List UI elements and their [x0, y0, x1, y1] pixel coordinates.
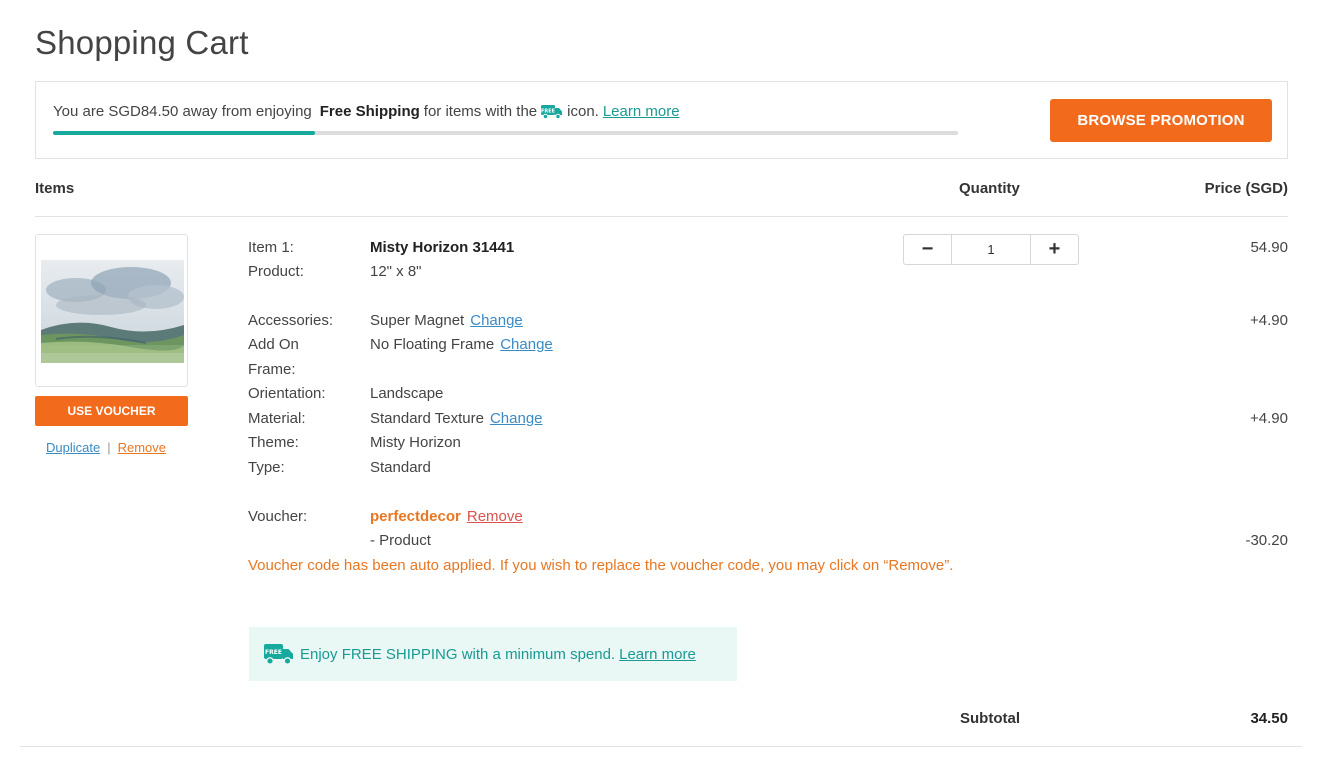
- free-shipping-truck-icon: FREE: [541, 105, 563, 119]
- free-shipping-learn-more-link[interactable]: Learn more: [619, 646, 696, 663]
- bottom-divider: [20, 746, 1302, 747]
- subtotal-value: 34.50: [1250, 710, 1288, 727]
- voucher-row: perfectdecor Remove: [370, 508, 523, 525]
- action-separator: |: [107, 440, 111, 455]
- free-shipping-text: Enjoy FREE SHIPPING with a minimum spend…: [300, 645, 616, 663]
- addon-row: No Floating Frame Change: [370, 336, 553, 353]
- shipping-progress-fill: [53, 131, 316, 135]
- change-material-link[interactable]: Change: [490, 410, 543, 427]
- theme-label: Theme:: [248, 434, 299, 451]
- remove-item-link[interactable]: Remove: [118, 440, 166, 455]
- frame-label: Frame:: [248, 361, 296, 378]
- base-price: 54.90: [1250, 239, 1288, 256]
- browse-promotion-button[interactable]: BROWSE PROMOTION: [1050, 99, 1272, 142]
- page-title: Shopping Cart: [35, 24, 249, 61]
- voucher-discount: -30.20: [1245, 532, 1288, 549]
- shipping-learn-more-link[interactable]: Learn more: [603, 103, 680, 120]
- accessories-row: Super Magnet Change: [370, 312, 523, 329]
- addon-value: No Floating Frame: [370, 336, 495, 353]
- change-accessories-link[interactable]: Change: [470, 312, 523, 329]
- addon-label: Add On: [248, 336, 299, 353]
- duplicate-link[interactable]: Duplicate: [46, 440, 100, 455]
- remove-voucher-link[interactable]: Remove: [467, 508, 523, 525]
- svg-text:FREE: FREE: [265, 649, 282, 656]
- product-thumbnail[interactable]: [35, 234, 188, 387]
- free-shipping-truck-icon: FREE: [264, 644, 293, 665]
- free-shipping-label: Free Shipping: [319, 103, 420, 120]
- type-label: Type:: [248, 459, 285, 476]
- item-name: Misty Horizon 31441: [370, 239, 515, 256]
- material-row: Standard Texture Change: [370, 410, 543, 427]
- free-shipping-notice: FREE Enjoy FREE SHIPPING with a minimum …: [249, 627, 737, 681]
- item-number-label: Item 1:: [248, 239, 294, 256]
- subtotal-label: Subtotal: [960, 710, 1020, 727]
- orientation-label: Orientation:: [248, 385, 326, 402]
- quantity-stepper: − 1 +: [903, 234, 1079, 265]
- type-value: Standard: [370, 459, 431, 476]
- quantity-column-header: Quantity: [959, 180, 1020, 197]
- change-addon-link[interactable]: Change: [500, 336, 553, 353]
- accessories-label: Accessories:: [248, 312, 334, 329]
- shipping-progress-text: You are SGD84.50 away from enjoying Free…: [53, 103, 680, 120]
- voucher-code: perfectdecor: [370, 508, 461, 525]
- voucher-label: Voucher:: [248, 508, 308, 525]
- price-column-header: Price (SGD): [1204, 180, 1288, 197]
- shipping-progress-bar: [53, 131, 958, 135]
- material-label: Material:: [248, 410, 306, 427]
- item-actions: Duplicate | Remove: [46, 440, 166, 455]
- landscape-painting-image: [41, 260, 184, 363]
- orientation-value: Landscape: [370, 385, 444, 402]
- free-shipping-progress-banner: You are SGD84.50 away from enjoying Free…: [35, 81, 1288, 159]
- material-value: Standard Texture: [370, 410, 484, 427]
- product-label: Product:: [248, 263, 304, 280]
- increase-quantity-button[interactable]: +: [1031, 235, 1078, 264]
- material-price: +4.90: [1250, 410, 1288, 427]
- accessories-price: +4.90: [1250, 312, 1288, 329]
- voucher-auto-applied-note: Voucher code has been auto applied. If y…: [248, 557, 954, 574]
- svg-text:FREE: FREE: [541, 108, 556, 114]
- decrease-quantity-button[interactable]: −: [904, 235, 951, 264]
- items-column-header: Items: [35, 180, 75, 197]
- voucher-scope: - Product: [370, 532, 431, 549]
- accessories-value: Super Magnet: [370, 312, 465, 329]
- product-size-value: 12" x 8": [370, 263, 422, 280]
- header-divider: [35, 216, 1288, 217]
- quantity-input[interactable]: 1: [951, 235, 1031, 264]
- use-voucher-button[interactable]: USE VOUCHER: [35, 396, 188, 426]
- theme-value: Misty Horizon: [370, 434, 461, 451]
